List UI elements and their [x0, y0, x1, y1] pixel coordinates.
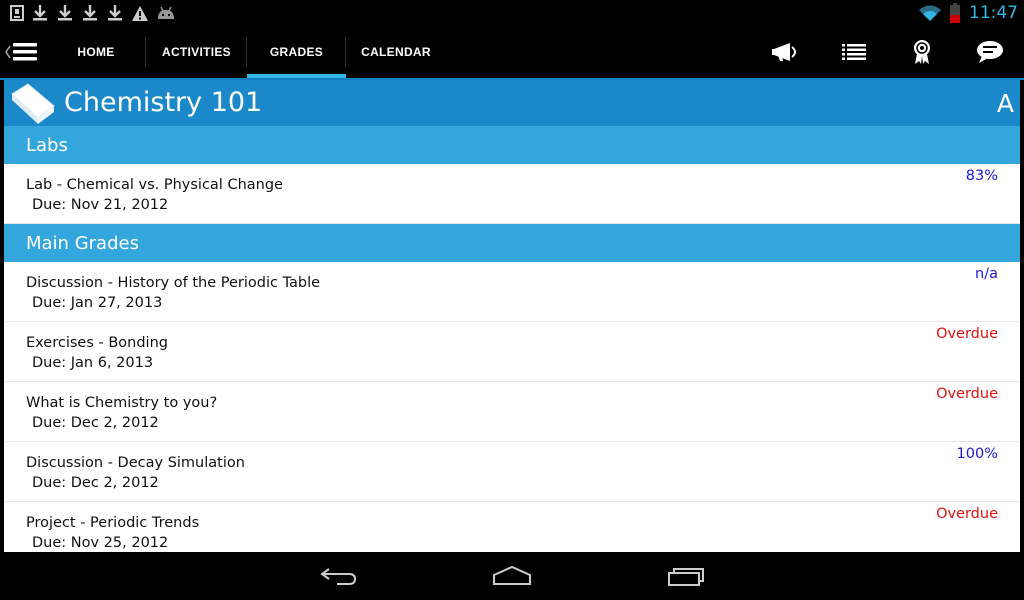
grade-row[interactable]: Project - Periodic Trends Due: Nov 25, 2…: [4, 502, 1020, 552]
assignment-title: What is Chemistry to you?: [26, 395, 218, 411]
action-icons: [752, 25, 1024, 78]
download-icon: [108, 5, 122, 21]
assignment-status: Overdue: [936, 326, 998, 342]
section-header-main-grades: Main Grades: [4, 224, 1020, 262]
megaphone-icon: [772, 42, 796, 61]
grade-row[interactable]: Discussion - History of the Periodic Tab…: [4, 262, 1020, 322]
list-icon: [842, 43, 866, 60]
announcements-button[interactable]: [752, 25, 820, 78]
system-nav-bar: [0, 552, 1024, 600]
wifi-icon: [919, 5, 941, 21]
assignment-due-date: Due: Jan 6, 2013: [32, 355, 154, 371]
tab-activities[interactable]: ACTIVITIES: [146, 25, 247, 78]
status-bar: 11:47: [0, 0, 1024, 25]
back-icon: [320, 568, 357, 585]
action-bar: HOME ACTIVITIES GRADES CALENDAR: [0, 25, 1024, 80]
assignment-title: Discussion - History of the Periodic Tab…: [26, 275, 321, 291]
tab-calendar[interactable]: CALENDAR: [346, 25, 446, 78]
system-icons: 11:47: [919, 2, 1018, 24]
grade-row[interactable]: Discussion - Decay Simulation Due: Dec 2…: [4, 442, 1020, 502]
assignment-due-date: Due: Dec 2, 2012: [32, 475, 159, 491]
assignment-title: Lab - Chemical vs. Physical Change: [26, 177, 283, 193]
chat-icon: [977, 40, 1003, 63]
assignment-due-date: Due: Nov 25, 2012: [32, 535, 169, 551]
tab-label: GRADES: [269, 44, 324, 59]
messages-button[interactable]: [956, 25, 1024, 78]
warning-icon: [132, 5, 148, 21]
section-title: Main Grades: [26, 232, 139, 254]
download-icon: [33, 5, 47, 21]
recent-apps-icon: [668, 568, 704, 586]
award-icon: [914, 39, 930, 64]
download-icon: [58, 5, 72, 21]
section-title: Labs: [26, 134, 68, 156]
assignment-title: Exercises - Bonding: [26, 335, 168, 351]
tab-label: ACTIVITIES: [161, 44, 231, 59]
tab-home[interactable]: HOME: [46, 25, 146, 78]
assignment-status: 83%: [965, 168, 998, 184]
assignment-due-date: Due: Dec 2, 2012: [32, 415, 159, 431]
assignment-title: Project - Periodic Trends: [26, 515, 200, 531]
course-header: Chemistry 101 A: [4, 80, 1020, 126]
grade-row[interactable]: What is Chemistry to you? Due: Dec 2, 20…: [4, 382, 1020, 442]
tab-label: CALENDAR: [361, 44, 431, 59]
assignment-status: n/a: [975, 266, 998, 282]
book-icon: [11, 83, 55, 124]
sd-card-icon: [10, 5, 24, 21]
assignment-due-date: Due: Nov 21, 2012: [32, 197, 169, 213]
grades-content[interactable]: Chemistry 101 A Labs Lab - Chemical vs. …: [4, 80, 1020, 552]
back-button[interactable]: [309, 562, 369, 590]
home-button[interactable]: [482, 562, 542, 590]
section-header-labs: Labs: [4, 126, 1020, 164]
home-icon: [493, 565, 531, 585]
download-icon: [83, 5, 97, 21]
tab-label: HOME: [77, 44, 115, 59]
android-icon: [158, 6, 174, 19]
assignment-status: Overdue: [936, 386, 998, 402]
course-grade: A: [996, 89, 1014, 118]
hamburger-icon: [13, 43, 37, 61]
drawer-toggle-button[interactable]: [4, 39, 40, 65]
assignment-status: 100%: [956, 446, 998, 462]
list-button[interactable]: [820, 25, 888, 78]
battery-icon: [950, 3, 960, 23]
assignment-status: Overdue: [936, 506, 998, 522]
grade-row[interactable]: Exercises - Bonding Due: Jan 6, 2013 Ove…: [4, 322, 1020, 382]
achievements-button[interactable]: [888, 25, 956, 78]
recent-apps-button[interactable]: [656, 562, 716, 590]
course-title: Chemistry 101: [64, 87, 263, 118]
assignment-due-date: Due: Jan 27, 2013: [32, 295, 163, 311]
assignment-title: Discussion - Decay Simulation: [26, 455, 245, 471]
clock: 11:47: [969, 3, 1018, 23]
chevron-left-icon: [5, 45, 11, 59]
main-tabs: HOME ACTIVITIES GRADES CALENDAR: [46, 25, 446, 78]
grade-row[interactable]: Lab - Chemical vs. Physical Change Due: …: [4, 164, 1020, 224]
tab-grades[interactable]: GRADES: [247, 25, 346, 78]
notification-icons: [10, 3, 176, 23]
